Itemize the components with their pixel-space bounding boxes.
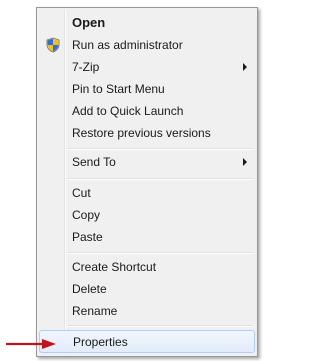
menu-item-restore-previous-versions[interactable]: Restore previous versions: [39, 122, 255, 144]
menu-separator: [67, 252, 253, 254]
red-arrow-icon: [6, 339, 56, 349]
menu-item-delete[interactable]: Delete: [39, 278, 255, 300]
menu-separator: [67, 148, 253, 150]
menu-item-send-to[interactable]: Send To: [39, 151, 255, 173]
menu-item-add-to-quick-launch[interactable]: Add to Quick Launch: [39, 100, 255, 122]
menu-item-label: Create Shortcut: [72, 260, 157, 274]
menu-separator: [67, 325, 253, 327]
menu-item-7zip[interactable]: 7-Zip: [39, 56, 255, 78]
menu-item-cut[interactable]: Cut: [39, 182, 255, 204]
menu-separator: [67, 178, 253, 180]
menu-item-label: Add to Quick Launch: [72, 104, 184, 118]
menu-item-label: Run as administrator: [72, 38, 183, 52]
menu-item-create-shortcut[interactable]: Create Shortcut: [39, 256, 255, 278]
menu-item-label: Pin to Start Menu: [72, 82, 165, 96]
menu-item-label: Properties: [73, 335, 128, 349]
menu-item-paste[interactable]: Paste: [39, 226, 255, 248]
menu-item-label: Delete: [72, 282, 107, 296]
menu-item-label: Paste: [72, 230, 103, 244]
menu-item-rename[interactable]: Rename: [39, 300, 255, 322]
menu-item-label: Send To: [72, 155, 116, 169]
submenu-arrow-icon: [243, 63, 247, 71]
menu-item-open[interactable]: Open: [39, 12, 255, 34]
menu-item-label: Open: [72, 15, 106, 30]
menu-item-label: 7-Zip: [72, 60, 100, 74]
menu-item-label: Restore previous versions: [72, 126, 211, 140]
menu-item-pin-to-start-menu[interactable]: Pin to Start Menu: [39, 78, 255, 100]
menu-item-label: Cut: [72, 186, 91, 200]
menu-item-label: Rename: [72, 304, 118, 318]
submenu-arrow-icon: [243, 158, 247, 166]
menu-item-run-as-administrator[interactable]: Run as administrator: [39, 34, 255, 56]
menu-item-copy[interactable]: Copy: [39, 204, 255, 226]
menu-item-properties[interactable]: Properties: [39, 330, 255, 353]
context-menu: Open Run as administrator 7-Zip Pin to S…: [36, 7, 258, 357]
uac-shield-icon: [46, 37, 60, 53]
menu-item-label: Copy: [72, 208, 101, 222]
